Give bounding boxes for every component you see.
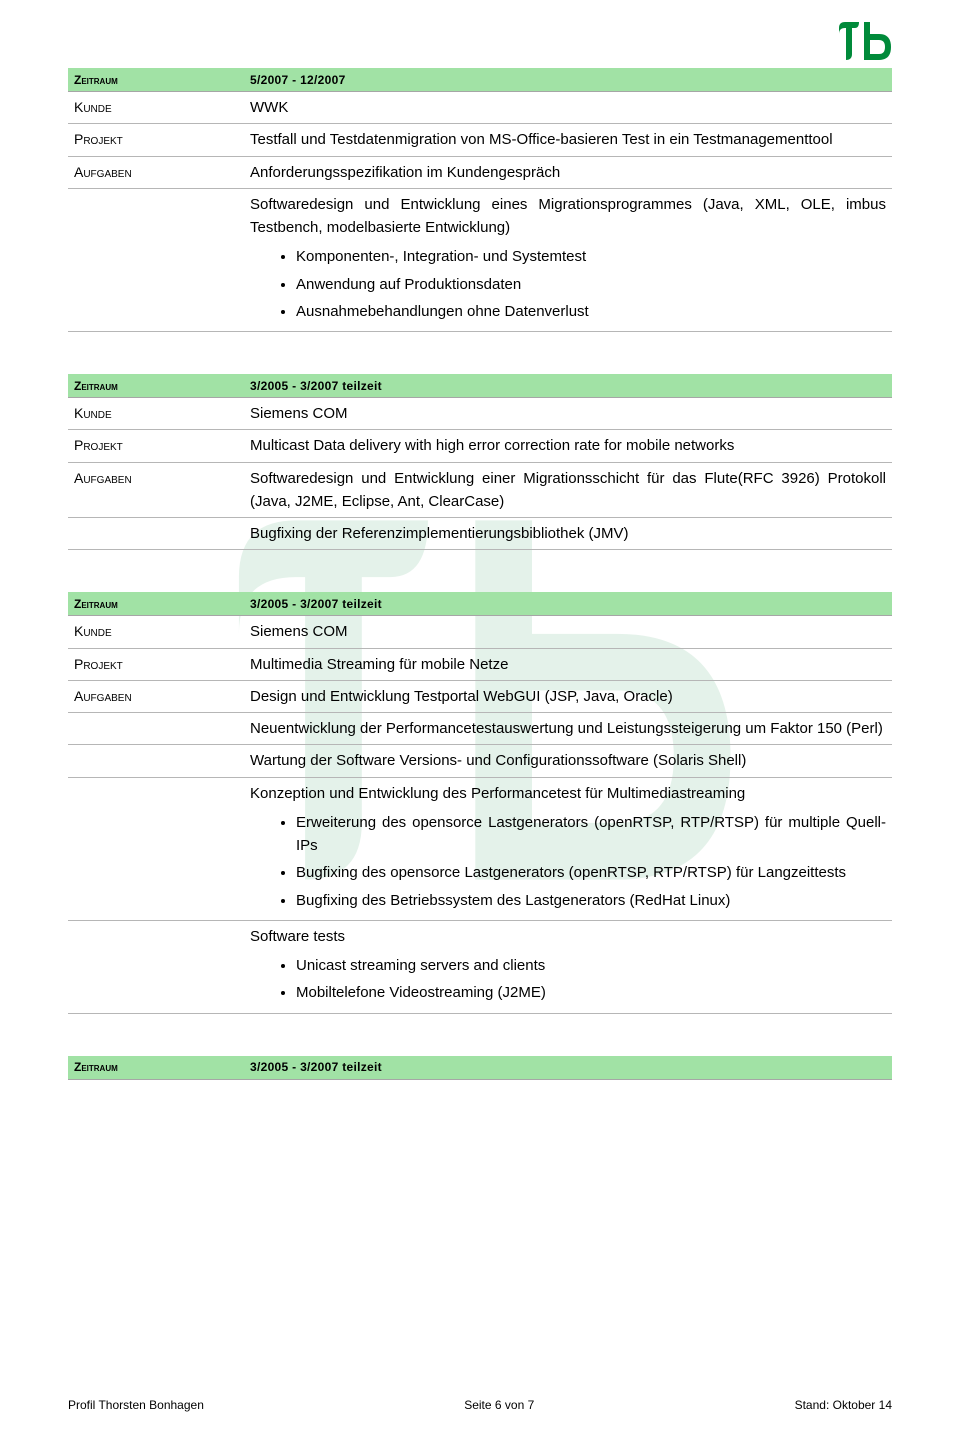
row-aufgaben: Aufgaben Design und Entwicklung Testport… [68,681,892,713]
row-value: Neuentwicklung der Performancetestauswer… [250,717,886,740]
row-aufgaben: Aufgaben Softwaredesign und Entwicklung … [68,463,892,519]
row-kunde: Kunde WWK [68,92,892,124]
row-projekt: Projekt Multimedia Streaming für mobile … [68,649,892,681]
row-value: Testfall und Testdatenmigration von MS-O… [250,128,886,151]
intro-text: Softwaredesign und Entwicklung eines Mig… [250,196,886,236]
intro-text: Konzeption und Entwicklung des Performan… [250,785,745,802]
header-value: 3/2005 - 3/2007 teilzeit [250,597,382,611]
row-aufgaben: Aufgaben Anforderungsspezifikation im Ku… [68,157,892,189]
header-value: 3/2005 - 3/2007 teilzeit [250,1060,382,1074]
row-projekt: Projekt Multicast Data delivery with hig… [68,430,892,462]
row-label: Kunde [74,620,250,639]
row-label: Aufgaben [74,161,250,180]
row-label: Projekt [74,128,250,147]
bullet-item: Unicast streaming servers and clients [296,954,886,977]
tb-logo [837,20,892,65]
row-detail: Wartung der Software Versions- und Confi… [68,745,892,777]
section-header: Zeitraum 5/2007 - 12/2007 [68,68,892,92]
row-value: Multimedia Streaming für mobile Netze [250,653,886,676]
row-value: Softwaredesign und Entwicklung einer Mig… [250,467,886,514]
row-value: Bugfixing der Referenzimplementierungsbi… [250,522,886,545]
row-label [74,782,250,785]
row-detail: Konzeption und Entwicklung des Performan… [68,778,892,921]
header-label: Zeitraum [74,1060,250,1074]
bullet-item: Erweiterung des opensorce Lastgenerators… [296,811,886,858]
row-kunde: Kunde Siemens COM [68,616,892,648]
bullet-item: Komponenten-, Integration- und Systemtes… [296,245,886,268]
header-label: Zeitraum [74,73,250,87]
row-detail: Bugfixing der Referenzimplementierungsbi… [68,518,892,550]
section-header: Zeitraum 3/2005 - 3/2007 teilzeit [68,374,892,398]
intro-text: Software tests [250,928,345,945]
page-footer: Profil Thorsten Bonhagen Seite 6 von 7 S… [68,1398,892,1412]
header-label: Zeitraum [74,597,250,611]
row-label [74,522,250,525]
bullet-item: Bugfixing des opensorce Lastgenerators (… [296,861,886,884]
row-label [74,717,250,720]
row-label [74,925,250,928]
section-header: Zeitraum 3/2005 - 3/2007 teilzeit [68,592,892,616]
row-label: Kunde [74,402,250,421]
project-block: Zeitraum 3/2005 - 3/2007 teilzeit [68,1056,892,1080]
row-label: Projekt [74,653,250,672]
bullet-item: Mobiltelefone Videostreaming (J2ME) [296,981,886,1004]
project-block: Zeitraum 3/2005 - 3/2007 teilzeit Kunde … [68,592,892,1013]
project-block: Zeitraum 5/2007 - 12/2007 Kunde WWK Proj… [68,68,892,332]
row-detail: Software tests Unicast streaming servers… [68,921,892,1014]
row-label: Aufgaben [74,467,250,486]
row-value: Konzeption und Entwicklung des Performan… [250,782,886,916]
bullet-item: Ausnahmebehandlungen ohne Datenverlust [296,300,886,323]
row-label [74,193,250,196]
row-label: Aufgaben [74,685,250,704]
footer-left: Profil Thorsten Bonhagen [68,1398,204,1412]
row-value: Softwaredesign und Entwicklung eines Mig… [250,193,886,327]
row-value: WWK [250,96,886,119]
row-detail: Neuentwicklung der Performancetestauswer… [68,713,892,745]
footer-right: Stand: Oktober 14 [795,1398,892,1412]
row-value: Siemens COM [250,402,886,425]
row-label [74,749,250,752]
row-value: Siemens COM [250,620,886,643]
header-value: 5/2007 - 12/2007 [250,73,346,87]
footer-center: Seite 6 von 7 [464,1398,534,1412]
row-kunde: Kunde Siemens COM [68,398,892,430]
bullet-item: Bugfixing des Betriebssystem des Lastgen… [296,889,886,912]
section-header: Zeitraum 3/2005 - 3/2007 teilzeit [68,1056,892,1080]
row-value: Design und Entwicklung Testportal WebGUI… [250,685,886,708]
row-value: Multicast Data delivery with high error … [250,434,886,457]
bullet-item: Anwendung auf Produktionsdaten [296,273,886,296]
row-label: Kunde [74,96,250,115]
row-value: Software tests Unicast streaming servers… [250,925,886,1009]
project-block: Zeitraum 3/2005 - 3/2007 teilzeit Kunde … [68,374,892,550]
header-value: 3/2005 - 3/2007 teilzeit [250,379,382,393]
row-detail: Softwaredesign und Entwicklung eines Mig… [68,189,892,332]
row-value: Anforderungsspezifikation im Kundengespr… [250,161,886,184]
row-projekt: Projekt Testfall und Testdatenmigration … [68,124,892,156]
header-label: Zeitraum [74,379,250,393]
row-value: Wartung der Software Versions- und Confi… [250,749,886,772]
row-label: Projekt [74,434,250,453]
